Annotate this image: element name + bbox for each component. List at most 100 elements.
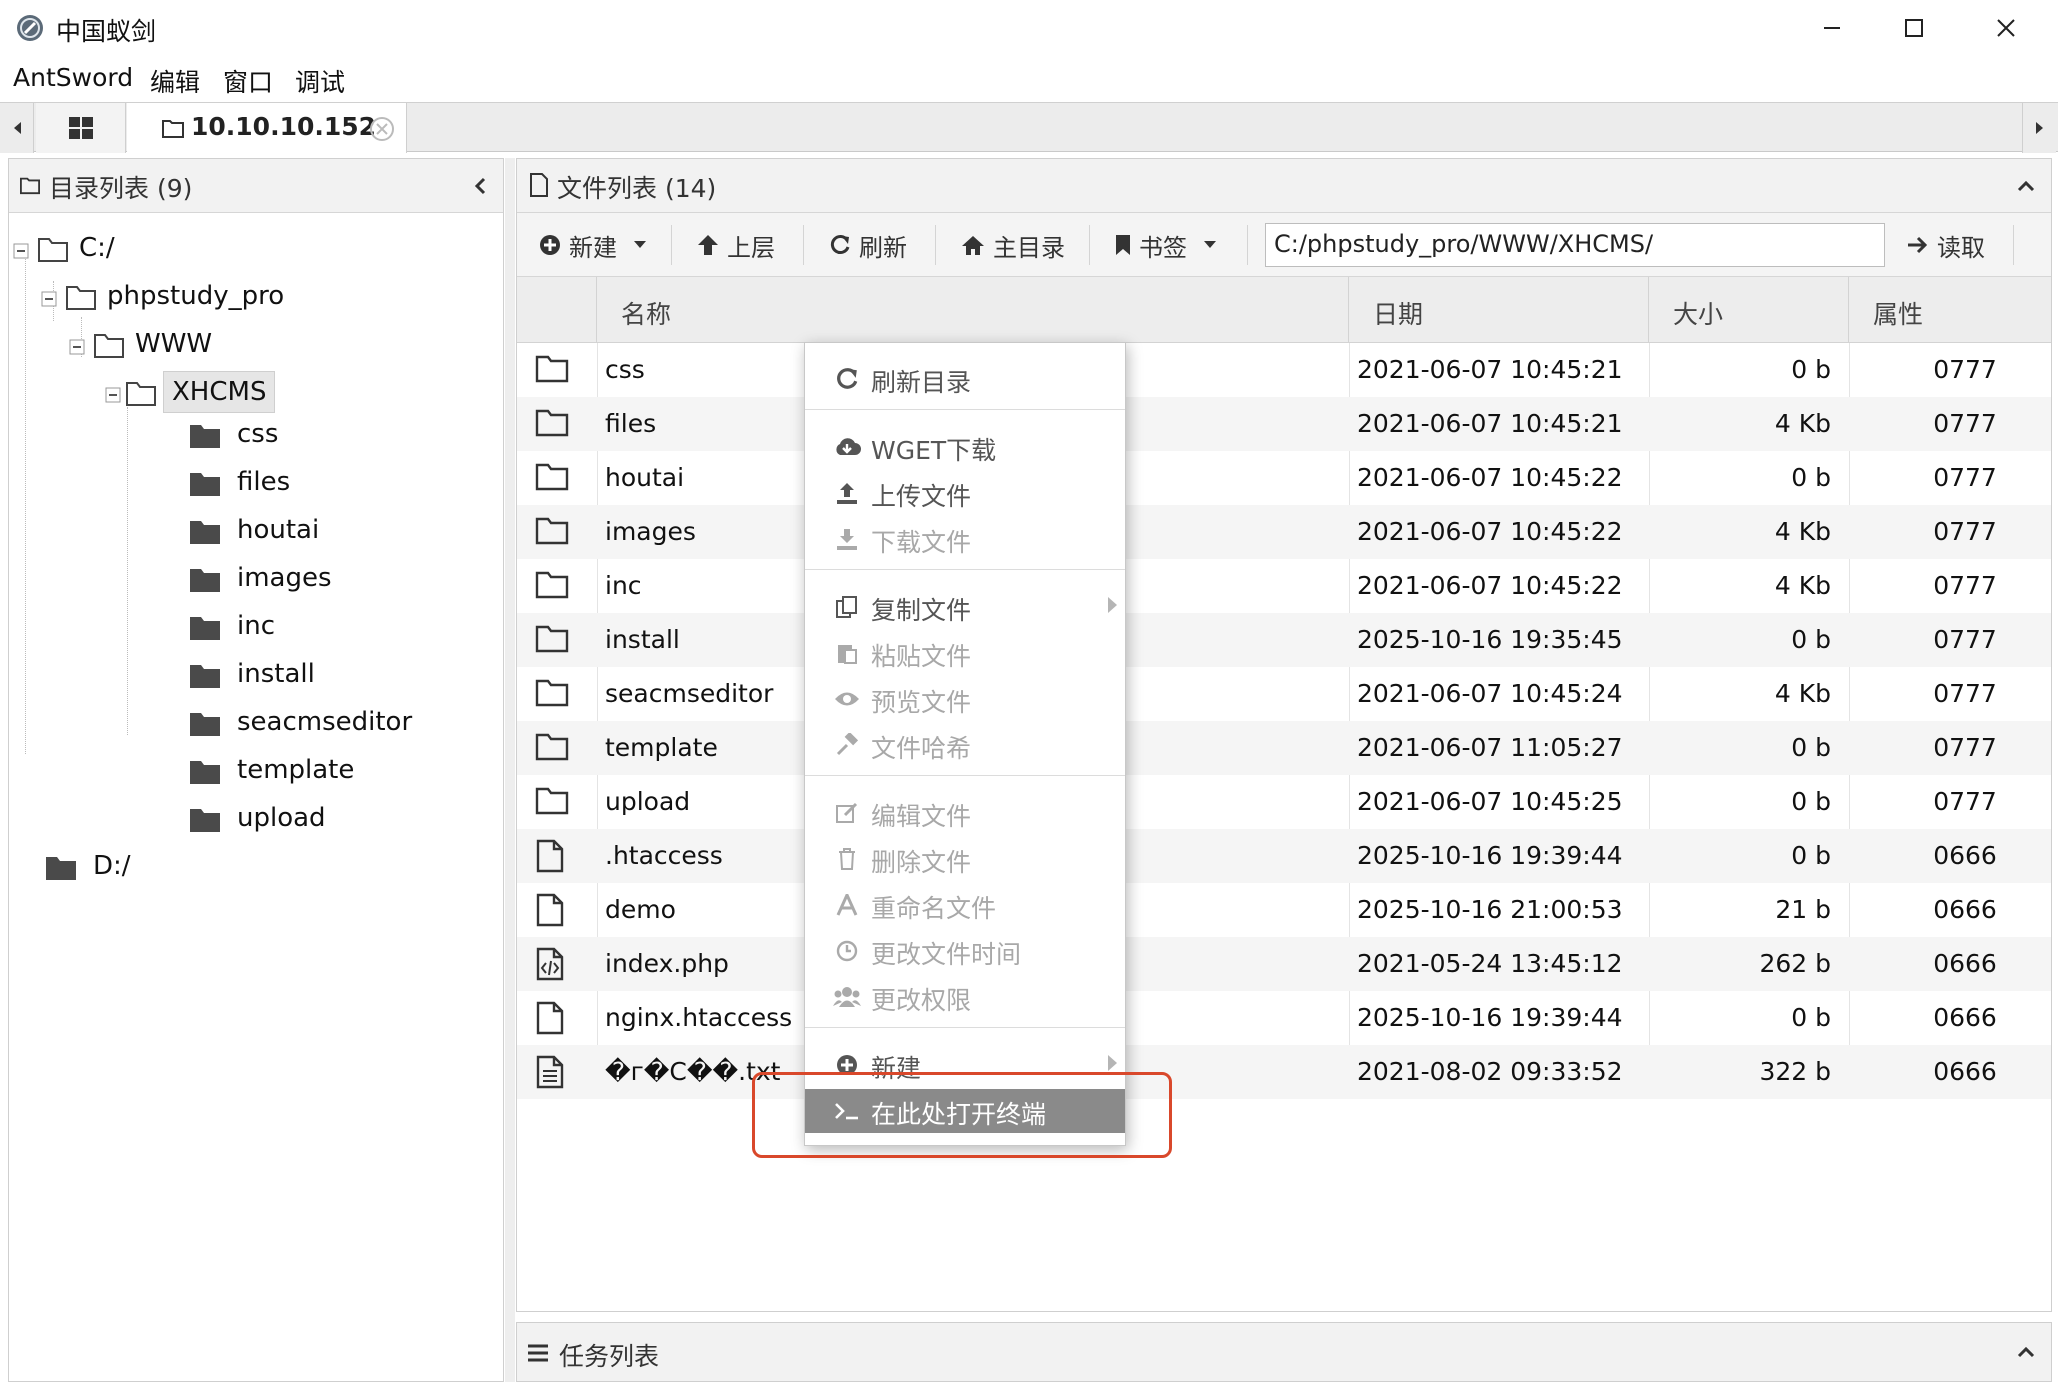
menu-chmod[interactable]: 更改权限: [805, 975, 1125, 1019]
menu-window[interactable]: 窗口: [223, 63, 273, 99]
file-row[interactable]: images 2021-06-07 10:45:22 4 Kb 0777: [517, 505, 2051, 559]
folder-outline-icon: [535, 451, 575, 505]
file-outline-icon: [535, 883, 575, 937]
read-path-button[interactable]: 读取: [1907, 225, 1985, 265]
tab-scroll-right-button[interactable]: [2022, 103, 2056, 153]
bookmark-button[interactable]: 书签: [1115, 225, 1217, 265]
file-name: files: [605, 409, 657, 438]
tab-host[interactable]: 10.10.10.152: [127, 103, 407, 153]
folder-filled-icon: [190, 713, 220, 736]
file-row[interactable]: files 2021-06-07 10:45:21 4 Kb 0777: [517, 397, 2051, 451]
menu-download[interactable]: 下载文件: [805, 517, 1125, 561]
file-name: nginx.htaccess: [605, 1003, 793, 1032]
menu-antsword[interactable]: AntSword: [13, 63, 133, 92]
menu-hash-label: 文件哈希: [871, 734, 972, 763]
menu-edit-file[interactable]: 编辑文件: [805, 791, 1125, 835]
file-row[interactable]: upload 2021-06-07 10:45:25 0 b 0777: [517, 775, 2051, 829]
tab-scroll-left-button[interactable]: [0, 103, 34, 153]
file-name: houtai: [605, 463, 685, 492]
collapse-toggle-icon[interactable]: [41, 291, 57, 307]
menu-preview[interactable]: 预览文件: [805, 677, 1125, 721]
close-window-button[interactable]: [1960, 0, 2052, 56]
panel-splitter[interactable]: [505, 158, 515, 1382]
column-header-name[interactable]: 名称: [597, 277, 1349, 343]
tab-home[interactable]: [36, 103, 126, 153]
file-row[interactable]: inc 2021-06-07 10:45:22 4 Kb 0777: [517, 559, 2051, 613]
folder-filled-icon: [190, 425, 220, 448]
menu-rename-file[interactable]: 重命名文件: [805, 883, 1125, 927]
folder-outline-icon: [38, 238, 68, 262]
caret-down-icon: [1204, 241, 1216, 248]
collapse-up-icon[interactable]: [2017, 179, 2035, 193]
home-dir-button[interactable]: 主目录: [961, 225, 1065, 265]
menu-wget[interactable]: WGET下载: [805, 425, 1125, 469]
new-button[interactable]: 新建: [539, 225, 647, 265]
tab-strip: 10.10.10.152: [0, 102, 2058, 153]
tab-close-icon[interactable]: [369, 116, 395, 142]
collapse-toggle-icon[interactable]: [105, 387, 121, 403]
directory-panel: 目录列表 (9) C:/ phpstudy_pro WWW XHCMS css …: [8, 158, 504, 1382]
collapse-toggle-icon[interactable]: [13, 243, 29, 259]
toolbar-divider: [935, 225, 936, 265]
column-header-attr[interactable]: 属性: [1849, 277, 2051, 343]
folder-outline-icon: [162, 120, 184, 138]
collapse-toggle-icon[interactable]: [69, 339, 85, 355]
tree-label-www: WWW: [135, 329, 213, 359]
menu-refresh-dir[interactable]: 刷新目录: [805, 357, 1125, 401]
bookmark-icon: [1116, 235, 1130, 255]
folder-filled-icon: [190, 761, 220, 784]
file-row[interactable]: template 2021-06-07 11:05:27 0 b 0777: [517, 721, 2051, 775]
menu-change-time[interactable]: 更改文件时间: [805, 929, 1125, 973]
menu-delete-file[interactable]: 删除文件: [805, 837, 1125, 881]
file-size: 0 b: [1791, 787, 1831, 816]
file-size: 0 b: [1791, 733, 1831, 762]
home-icon: [962, 236, 984, 255]
file-row[interactable]: .htaccess 2025-10-16 19:39:44 0 b 0666: [517, 829, 2051, 883]
file-attr: 0777: [1933, 463, 1997, 492]
column-header-size[interactable]: 大小: [1649, 277, 1849, 343]
column-header-date[interactable]: 日期: [1349, 277, 1649, 343]
file-row[interactable]: �г�С��.txt 2021-08-02 09:33:52 322 b 066…: [517, 1045, 2051, 1099]
up-level-button[interactable]: 上层: [697, 225, 775, 265]
menu-upload[interactable]: 上传文件: [805, 471, 1125, 515]
file-size: 0 b: [1791, 841, 1831, 870]
menu-paste[interactable]: 粘贴文件: [805, 631, 1125, 675]
file-name: index.php: [605, 949, 729, 978]
minimize-button[interactable]: [1786, 0, 1878, 56]
file-date: 2021-06-07 10:45:22: [1357, 571, 1623, 600]
maximize-icon: [1905, 19, 1923, 37]
submenu-arrow-icon: [1108, 597, 1117, 613]
file-size: 4 Kb: [1774, 517, 1831, 546]
menu-edit[interactable]: 编辑: [150, 63, 200, 99]
caret-left-icon: [13, 122, 21, 134]
file-row[interactable]: nginx.htaccess 2025-10-16 19:39:44 0 b 0…: [517, 991, 2051, 1045]
path-input[interactable]: C:/phpstudy_pro/WWW/XHCMS/: [1265, 223, 1885, 267]
clock-icon: [833, 937, 861, 965]
folder-outline-icon: [535, 775, 575, 829]
menu-copy[interactable]: 复制文件: [805, 585, 1125, 629]
collapse-up-icon[interactable]: [2017, 1345, 2035, 1359]
folder-outline-icon: [94, 334, 124, 358]
menu-hash[interactable]: 文件哈希: [805, 723, 1125, 767]
task-panel-title: 任务列表: [559, 1342, 660, 1371]
tree-label-child: seacmseditor: [237, 707, 413, 737]
file-row[interactable]: install 2025-10-16 19:35:45 0 b 0777: [517, 613, 2051, 667]
file-size: 0 b: [1791, 355, 1831, 384]
menu-bar: AntSword 编辑 窗口 调试: [0, 56, 2058, 100]
file-size: 4 Kb: [1774, 571, 1831, 600]
file-date: 2021-06-07 10:45:24: [1357, 679, 1623, 708]
file-name: .htaccess: [605, 841, 723, 870]
tree-label-child: install: [237, 659, 315, 689]
file-row[interactable]: seacmseditor 2021-06-07 10:45:24 4 Kb 07…: [517, 667, 2051, 721]
tree-label-child: inc: [237, 611, 275, 641]
file-row[interactable]: houtai 2021-06-07 10:45:22 0 b 0777: [517, 451, 2051, 505]
refresh-button[interactable]: 刷新: [829, 225, 907, 265]
file-row[interactable]: css 2021-06-07 10:45:21 0 b 0777: [517, 343, 2051, 397]
collapse-left-icon[interactable]: [473, 177, 487, 195]
file-row[interactable]: demo 2025-10-16 21:00:53 21 b 0666: [517, 883, 2051, 937]
context-menu: 刷新目录 WGET下载 上传文件 下载文件 复制文件 粘贴文件 预览文件 文件哈…: [804, 342, 1126, 1146]
file-row[interactable]: index.php 2021-05-24 13:45:12 262 b 0666: [517, 937, 2051, 991]
file-outline-icon: [535, 829, 575, 883]
menu-debug[interactable]: 调试: [295, 63, 345, 99]
maximize-button[interactable]: [1868, 0, 1960, 56]
